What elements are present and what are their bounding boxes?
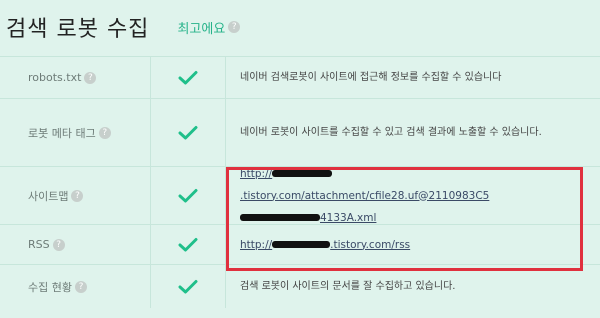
status-badge: 최고에요 ? xyxy=(177,18,241,37)
check-icon xyxy=(178,125,198,141)
row-name: robots.txt xyxy=(28,71,82,84)
check-icon xyxy=(178,188,198,204)
help-icon[interactable]: ? xyxy=(98,126,111,139)
status-badge-label: 최고에요 xyxy=(177,21,226,37)
check-cell xyxy=(150,57,226,98)
row-name: 사이트맵 xyxy=(28,189,69,203)
row-name: 로봇 메타 태그 xyxy=(28,126,96,140)
help-icon[interactable]: ? xyxy=(52,238,65,251)
check-icon xyxy=(178,279,198,295)
row-name-cell: RSS ? xyxy=(0,225,150,264)
check-icon xyxy=(178,70,198,86)
row-name-cell: 수집 현황 ? xyxy=(0,265,150,308)
row-name: 수집 현황 xyxy=(28,280,72,294)
row-description: 네이버 검색로봇이 사이트에 접근해 정보를 수집할 수 있습니다 xyxy=(240,71,502,83)
help-icon[interactable]: ? xyxy=(71,189,84,202)
row-name: RSS xyxy=(28,238,50,251)
table-row-robots: robots.txt ? 네이버 검색로봇이 사이트에 접근해 정보를 수집할 … xyxy=(0,56,600,98)
help-icon[interactable]: ? xyxy=(228,21,241,33)
row-name-cell: 로봇 메타 태그 ? xyxy=(0,99,150,166)
check-cell xyxy=(150,167,226,224)
row-description: 네이버 로봇이 사이트를 수집할 수 있고 검색 결과에 노출할 수 있습니다. xyxy=(240,126,542,138)
check-cell xyxy=(150,99,226,166)
page-title: 검색 로봇 수집 xyxy=(6,17,150,42)
row-name-cell: 사이트맵 ? xyxy=(0,167,150,224)
check-cell xyxy=(150,265,226,308)
table-row-robot-meta: 로봇 메타 태그 ? 네이버 로봇이 사이트를 수집할 수 있고 검색 결과에 … xyxy=(0,98,600,166)
check-cell xyxy=(150,225,226,264)
page-header: 검색 로봇 수집 최고에요 ? xyxy=(6,10,241,44)
row-name-cell: robots.txt ? xyxy=(0,57,150,98)
help-icon[interactable]: ? xyxy=(74,280,87,293)
help-icon[interactable]: ? xyxy=(84,71,97,84)
row-description: 검색 로봇이 사이트의 문서를 잘 수집하고 있습니다. xyxy=(240,280,456,292)
check-icon xyxy=(178,237,198,253)
red-highlight-box xyxy=(226,167,583,271)
